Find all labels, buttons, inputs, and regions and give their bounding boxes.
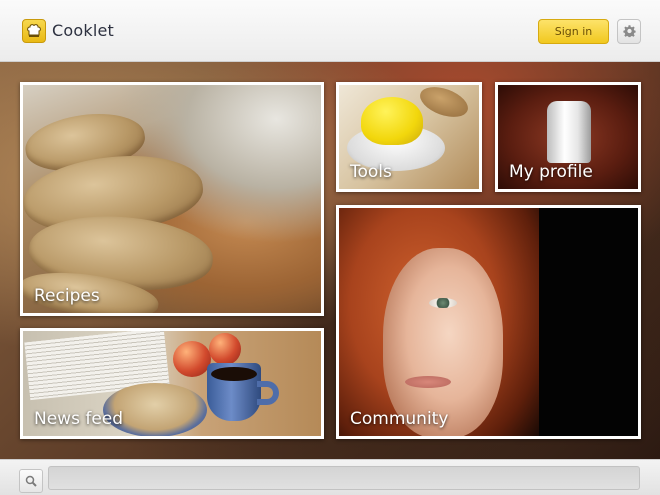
kitchen-timer-dial (361, 97, 423, 145)
tile-my-profile[interactable]: My profile (495, 82, 641, 192)
coffee-image (211, 367, 257, 381)
chef-hat-image (547, 101, 591, 163)
tile-community[interactable]: Community (336, 205, 641, 439)
tile-news-feed[interactable]: News feed (20, 328, 324, 439)
search-bar (0, 459, 660, 495)
tile-label: Community (350, 409, 449, 429)
app-header: Cooklet Sign in (0, 0, 660, 62)
app-name: Cooklet (52, 21, 114, 40)
tile-label: Tools (350, 162, 392, 182)
tile-label: Recipes (34, 286, 100, 306)
recipes-photo (23, 85, 321, 313)
chef-hat-icon (22, 19, 46, 43)
settings-button[interactable] (617, 19, 641, 44)
gear-icon (623, 25, 636, 38)
sign-in-button[interactable]: Sign in (538, 19, 609, 44)
cup-handle (257, 381, 279, 405)
lips-image (405, 376, 451, 388)
tile-recipes[interactable]: Recipes (20, 82, 324, 316)
dashboard-area: Recipes Tools My profile News feed Commu… (0, 62, 660, 459)
tile-label: News feed (34, 409, 124, 429)
community-photo (339, 208, 638, 436)
apple-image (209, 333, 241, 365)
search-button[interactable] (19, 469, 43, 493)
wooden-spoon-image (416, 85, 472, 123)
search-icon (25, 475, 37, 487)
apple-image (173, 341, 211, 377)
tile-label: My profile (509, 162, 593, 182)
eye-image (429, 298, 457, 308)
tile-tools[interactable]: Tools (336, 82, 482, 192)
search-input[interactable] (48, 466, 640, 490)
